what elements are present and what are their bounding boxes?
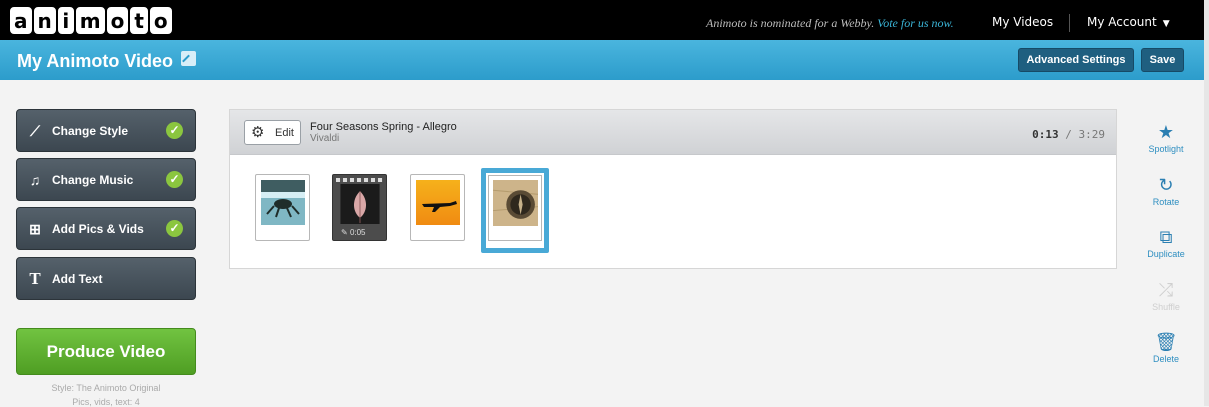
promo-text: Animoto is nominated for a Webby. — [706, 16, 875, 30]
change-style-label: Change Style — [52, 124, 129, 138]
shuffle-tool: ⤮ Shuffle — [1145, 281, 1187, 312]
add-media-icon: ⊞ — [29, 221, 41, 237]
change-style-button[interactable]: ⟋ Change Style ✓ — [16, 109, 196, 152]
checkmark-icon: ✓ — [166, 220, 183, 237]
plane-image — [416, 180, 460, 225]
change-music-label: Change Music — [52, 173, 134, 187]
compass-image — [493, 180, 538, 226]
vote-link[interactable]: Vote for us now. — [877, 16, 953, 30]
video-duration: 0:13 / 3:29 — [1032, 128, 1105, 141]
checkmark-icon: ✓ — [166, 171, 183, 188]
change-music-button[interactable]: ♫ Change Music ✓ — [16, 158, 196, 201]
leaf-video-image — [340, 184, 380, 224]
my-account-menu[interactable]: My Account ▼ — [1087, 15, 1170, 29]
edit-music-button[interactable]: ⚙ Edit — [244, 120, 301, 145]
page-scrollbar[interactable] — [1204, 0, 1209, 406]
spotlight-tool[interactable]: ★ Spotlight — [1145, 123, 1187, 154]
media-thumbnail-frog[interactable] — [255, 174, 310, 241]
nav-divider — [1069, 14, 1070, 32]
logo-letter: o — [149, 7, 172, 34]
logo-letter: a — [10, 7, 32, 34]
music-note-icon: ♫ — [29, 172, 41, 188]
logo-letter: i — [57, 7, 74, 34]
save-button[interactable]: Save — [1141, 48, 1184, 72]
edit-label: Edit — [275, 127, 294, 139]
selected-frame — [488, 175, 542, 241]
duration-total: / 3:29 — [1058, 128, 1105, 141]
duration-current: 0:13 — [1032, 128, 1059, 141]
my-videos-link[interactable]: My Videos — [992, 15, 1053, 29]
duplicate-icon: ⧉ — [1159, 227, 1173, 247]
chevron-down-icon: ▼ — [1162, 19, 1170, 29]
brush-icon: ⟋ — [30, 123, 40, 139]
spotlight-label: Spotlight — [1148, 144, 1184, 154]
delete-label: Delete — [1152, 354, 1179, 364]
song-title: Four Seasons Spring - Allegro — [310, 121, 457, 133]
song-artist: Vivaldi — [310, 133, 340, 144]
logo-letter: t — [130, 7, 148, 34]
media-thumbnail-plane[interactable] — [410, 174, 465, 241]
duplicate-tool[interactable]: ⧉ Duplicate — [1145, 228, 1187, 259]
my-account-label: My Account — [1087, 15, 1157, 29]
star-icon: ★ — [1157, 122, 1175, 142]
media-thumbnail-leaf-video[interactable]: ✎ 0:05 — [332, 174, 387, 241]
trash-icon: 🗑 — [1154, 332, 1178, 352]
timeline-panel: ⚙ Edit Four Seasons Spring - Allegro Viv… — [229, 109, 1117, 269]
add-pics-vids-label: Add Pics & Vids — [52, 222, 144, 236]
animoto-logo[interactable]: a n i m o t o — [10, 7, 172, 34]
logo-letter: o — [106, 7, 129, 34]
duplicate-label: Duplicate — [1147, 249, 1185, 259]
video-duration-label: ✎ 0:05 — [341, 228, 366, 237]
rotate-label: Rotate — [1152, 197, 1180, 207]
produce-video-button[interactable]: Produce Video — [16, 328, 196, 375]
gear-icon: ⚙ — [251, 124, 265, 141]
rotate-tool[interactable]: ↻ Rotate — [1145, 176, 1187, 207]
webby-promo: Animoto is nominated for a Webby. Vote f… — [706, 16, 954, 31]
add-pics-vids-button[interactable]: ⊞ Add Pics & Vids ✓ — [16, 207, 196, 250]
page-title: My Animoto Video — [17, 51, 174, 71]
style-info: Style: The Animoto Original — [51, 383, 161, 393]
add-text-label: Add Text — [52, 272, 103, 286]
timeline-header: ⚙ Edit Four Seasons Spring - Allegro Viv… — [230, 110, 1116, 155]
checkmark-icon: ✓ — [166, 122, 183, 139]
edit-title-icon[interactable] — [181, 51, 196, 66]
text-icon: T — [29, 269, 41, 288]
rotate-icon: ↻ — [1158, 175, 1174, 195]
advanced-settings-button[interactable]: Advanced Settings — [1018, 48, 1134, 72]
frog-image — [261, 180, 305, 225]
media-thumbnail-compass-selected[interactable] — [481, 168, 549, 253]
shuffle-icon: ⤮ — [1158, 280, 1174, 300]
delete-tool[interactable]: 🗑 Delete — [1145, 333, 1187, 364]
logo-letter: m — [75, 7, 105, 34]
top-bar: a n i m o t o Animoto is nominated for a… — [0, 0, 1209, 40]
video-strip-icon — [336, 178, 383, 182]
add-text-button[interactable]: T Add Text — [16, 257, 196, 300]
video-duration-value: 0:05 — [349, 228, 366, 237]
shuffle-label: Shuffle — [1152, 302, 1180, 312]
logo-letter: n — [33, 7, 56, 34]
